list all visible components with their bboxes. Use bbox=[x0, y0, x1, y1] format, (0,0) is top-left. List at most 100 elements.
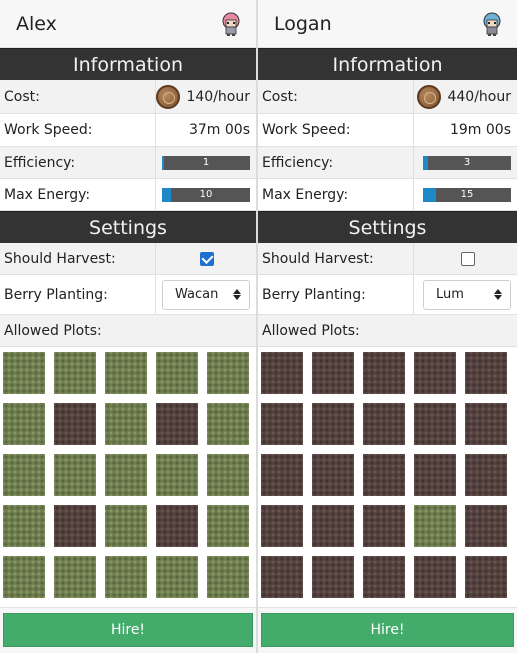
cost-row: Cost: 440/hour bbox=[258, 80, 517, 114]
plot-disallowed[interactable] bbox=[363, 556, 405, 598]
plot-allowed[interactable] bbox=[105, 352, 147, 394]
berry-planting-cell: Lum bbox=[414, 275, 517, 314]
allowed-plots-grid bbox=[0, 347, 256, 603]
plot-allowed[interactable] bbox=[3, 352, 45, 394]
plot-disallowed[interactable] bbox=[363, 403, 405, 445]
plot-allowed[interactable] bbox=[3, 403, 45, 445]
cost-row: Cost: 140/hour bbox=[0, 80, 256, 114]
plot-disallowed[interactable] bbox=[54, 505, 96, 547]
plot-disallowed[interactable] bbox=[312, 505, 354, 547]
berry-planting-value: Lum bbox=[436, 287, 464, 302]
plot-disallowed[interactable] bbox=[465, 454, 507, 496]
plot-disallowed[interactable] bbox=[414, 352, 456, 394]
cost-value-cell: 440/hour bbox=[414, 80, 517, 113]
plot-allowed[interactable] bbox=[207, 352, 249, 394]
plot-disallowed[interactable] bbox=[261, 454, 303, 496]
plot-allowed[interactable] bbox=[54, 454, 96, 496]
work-speed-row: Work Speed: 19m 00s bbox=[258, 114, 517, 147]
should-harvest-row: Should Harvest: bbox=[0, 243, 256, 275]
efficiency-row: Efficiency: 3 bbox=[258, 147, 517, 179]
plot-allowed[interactable] bbox=[156, 352, 198, 394]
efficiency-bar: 3 bbox=[423, 155, 511, 170]
plot-disallowed[interactable] bbox=[465, 505, 507, 547]
work-speed-label: Work Speed: bbox=[258, 114, 414, 146]
efficiency-bar: 1 bbox=[162, 155, 250, 170]
allowed-plots-label: Allowed Plots: bbox=[0, 315, 256, 347]
berry-planting-label: Berry Planting: bbox=[258, 275, 414, 314]
information-heading: Information bbox=[0, 48, 256, 80]
plot-disallowed[interactable] bbox=[465, 403, 507, 445]
max-energy-row: Max Energy: 10 bbox=[0, 179, 256, 211]
plot-disallowed[interactable] bbox=[363, 505, 405, 547]
plot-disallowed[interactable] bbox=[261, 556, 303, 598]
plot-disallowed[interactable] bbox=[54, 403, 96, 445]
plot-allowed[interactable] bbox=[105, 505, 147, 547]
plot-allowed[interactable] bbox=[156, 454, 198, 496]
plot-disallowed[interactable] bbox=[156, 505, 198, 547]
plot-disallowed[interactable] bbox=[414, 454, 456, 496]
plot-allowed[interactable] bbox=[105, 556, 147, 598]
plot-disallowed[interactable] bbox=[261, 352, 303, 394]
efficiency-value: 3 bbox=[463, 156, 471, 168]
berry-planting-cell: Wacan bbox=[156, 275, 256, 314]
plot-disallowed[interactable] bbox=[261, 403, 303, 445]
berry-planting-select[interactable]: Lum bbox=[423, 279, 511, 310]
work-speed-row: Work Speed: 37m 00s bbox=[0, 114, 256, 147]
allowed-plots-grid bbox=[258, 347, 517, 603]
plot-allowed[interactable] bbox=[207, 505, 249, 547]
plot-allowed[interactable] bbox=[207, 403, 249, 445]
plot-allowed[interactable] bbox=[207, 556, 249, 598]
should-harvest-label: Should Harvest: bbox=[258, 243, 414, 274]
efficiency-label: Efficiency: bbox=[0, 147, 156, 178]
plot-allowed[interactable] bbox=[207, 454, 249, 496]
cost-value: 440/hour bbox=[447, 88, 511, 105]
allowed-plots-label: Allowed Plots: bbox=[258, 315, 517, 347]
plot-disallowed[interactable] bbox=[465, 352, 507, 394]
plot-disallowed[interactable] bbox=[363, 454, 405, 496]
plot-disallowed[interactable] bbox=[156, 403, 198, 445]
berry-planting-row: Berry Planting: Wacan bbox=[0, 275, 256, 315]
plot-allowed[interactable] bbox=[3, 454, 45, 496]
should-harvest-checkbox[interactable] bbox=[461, 251, 475, 266]
farmer-avatar-icon bbox=[481, 11, 503, 37]
should-harvest-label: Should Harvest: bbox=[0, 243, 156, 274]
berry-planting-select[interactable]: Wacan bbox=[162, 279, 250, 310]
should-harvest-cell bbox=[414, 243, 517, 274]
plot-disallowed[interactable] bbox=[312, 556, 354, 598]
cost-label: Cost: bbox=[258, 80, 414, 113]
plot-allowed[interactable] bbox=[54, 556, 96, 598]
plot-allowed[interactable] bbox=[414, 505, 456, 547]
plot-disallowed[interactable] bbox=[312, 403, 354, 445]
max-energy-cell: 15 bbox=[414, 179, 517, 210]
efficiency-label: Efficiency: bbox=[258, 147, 414, 178]
plot-disallowed[interactable] bbox=[312, 352, 354, 394]
plot-allowed[interactable] bbox=[3, 505, 45, 547]
max-energy-row: Max Energy: 15 bbox=[258, 179, 517, 211]
plot-allowed[interactable] bbox=[105, 403, 147, 445]
plot-allowed[interactable] bbox=[54, 352, 96, 394]
farmer-name: Alex bbox=[16, 12, 57, 35]
plot-disallowed[interactable] bbox=[363, 352, 405, 394]
should-harvest-checkbox[interactable] bbox=[200, 251, 214, 266]
plot-allowed[interactable] bbox=[105, 454, 147, 496]
berry-planting-value: Wacan bbox=[175, 287, 219, 302]
plot-disallowed[interactable] bbox=[465, 556, 507, 598]
plot-allowed[interactable] bbox=[3, 556, 45, 598]
plot-disallowed[interactable] bbox=[312, 454, 354, 496]
efficiency-cell: 3 bbox=[414, 147, 517, 178]
plot-allowed[interactable] bbox=[156, 556, 198, 598]
plot-disallowed[interactable] bbox=[261, 505, 303, 547]
work-speed-label: Work Speed: bbox=[0, 114, 156, 146]
max-energy-label: Max Energy: bbox=[258, 179, 414, 210]
hire-button[interactable]: Hire! bbox=[261, 613, 514, 647]
cost-label: Cost: bbox=[0, 80, 156, 113]
plot-disallowed[interactable] bbox=[414, 556, 456, 598]
farmer-card-logan: Logan Information Cost: 440/hour Work Sp… bbox=[257, 0, 517, 653]
select-arrows-icon bbox=[494, 289, 502, 300]
max-energy-cell: 10 bbox=[156, 179, 256, 210]
hire-button[interactable]: Hire! bbox=[3, 613, 253, 647]
cost-value: 140/hour bbox=[186, 88, 250, 105]
plot-disallowed[interactable] bbox=[414, 403, 456, 445]
settings-heading: Settings bbox=[258, 211, 517, 243]
farmer-header: Logan bbox=[258, 0, 517, 48]
